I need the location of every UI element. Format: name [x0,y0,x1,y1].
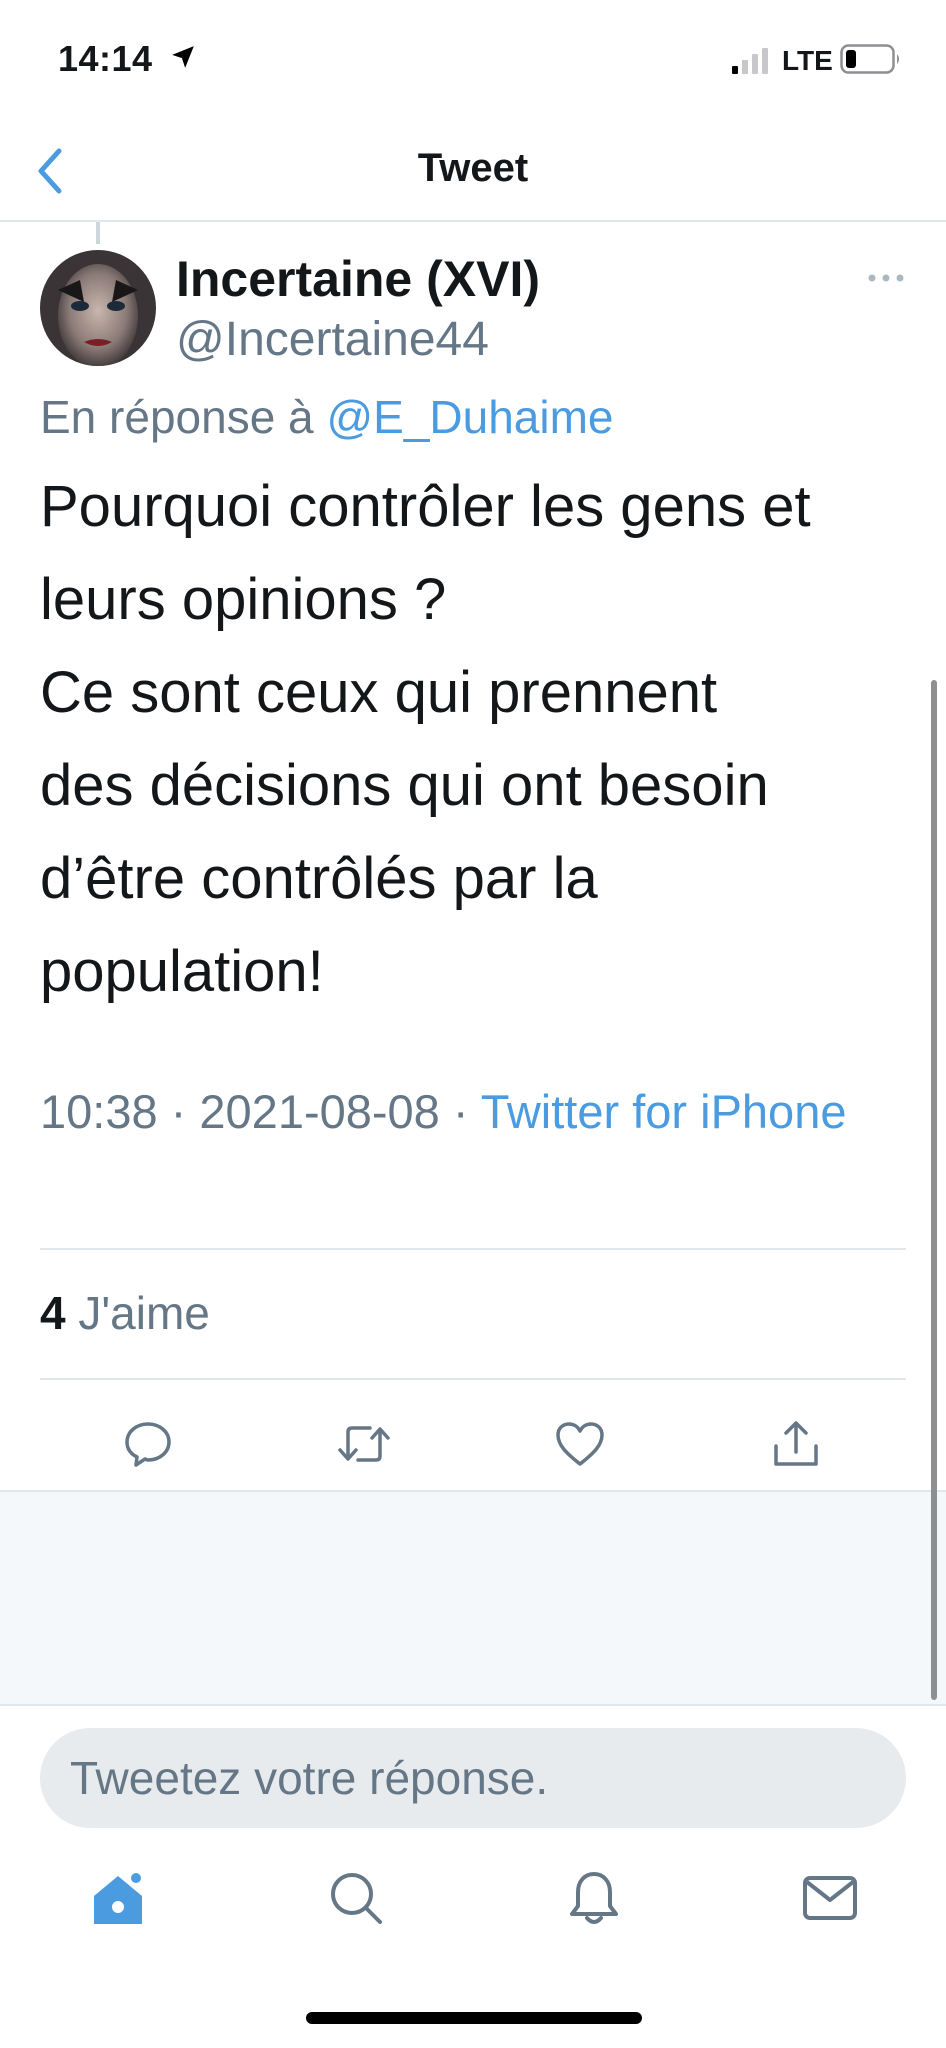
mail-icon [803,1876,857,1920]
tab-search[interactable] [324,1866,388,1930]
tweet-text-line: leurs opinions ? [40,567,447,632]
page-title: Tweet [417,146,529,190]
tweet-time: 10:38 [40,1085,158,1138]
tab-notifications[interactable] [562,1866,626,1930]
tweet-source-link[interactable]: Twitter for iPhone [481,1085,847,1138]
tweet-text-line: d’être contrôlés par la [40,846,598,911]
share-button[interactable] [768,1416,824,1472]
tweet-text-line: Pourquoi contrôler les gens et [40,474,811,539]
reply-mention-link[interactable]: @E_Duhaime [326,391,613,443]
network-type: LTE [782,45,833,76]
likes-label: J'aime [78,1287,210,1339]
tweet-text: Pourquoi contrôler les gens et leurs opi… [40,460,920,1018]
tab-messages[interactable] [798,1866,862,1930]
heart-icon [556,1422,604,1466]
home-indicator [306,2012,642,2024]
replies-area [0,1490,946,1706]
tab-home[interactable] [86,1866,150,1930]
reply-button[interactable] [120,1416,176,1472]
bell-icon [570,1872,618,1924]
reply-context: En réponse à @E_Duhaime [40,390,614,444]
like-button[interactable] [552,1416,608,1472]
meta-separator: · [157,1085,200,1138]
tweet-text-line: population! [40,939,324,1004]
retweet-icon [338,1426,390,1462]
status-bar: 14:14 LTE [0,0,946,120]
reply-input[interactable] [40,1728,906,1828]
reply-prefix: En réponse à [40,391,314,443]
display-name[interactable]: Incertaine (XVI) [176,250,540,308]
retweet-button[interactable] [336,1416,392,1472]
location-arrow-icon [172,46,194,68]
scrollbar[interactable] [931,680,937,1700]
tweet-text-line: Ce sont ceux qui prennent [40,660,718,725]
share-icon [774,1421,818,1466]
avatar[interactable] [40,250,156,366]
comment-icon [125,1422,171,1467]
nav-bar: Tweet [0,120,946,222]
tweet-meta: 10:38 · 2021-08-08 · Twitter for iPhone [40,1080,900,1144]
divider [40,1248,906,1250]
likes-stat[interactable]: 4 J'aime [40,1286,210,1340]
likes-count: 4 [40,1287,66,1339]
home-icon [94,1871,143,1924]
status-time: 14:14 [58,38,153,79]
meta-separator: · [439,1085,481,1138]
user-handle[interactable]: @Incertaine44 [176,312,489,367]
signal-icon [732,48,768,74]
search-icon [331,1873,382,1924]
tweet-date: 2021-08-08 [199,1085,440,1138]
thread-connector [96,222,100,244]
ellipsis-icon[interactable] [864,266,908,290]
divider [40,1378,906,1380]
avatar-image [40,250,156,366]
tweet-text-line: des décisions qui ont besoin [40,753,769,818]
battery-icon [840,44,899,74]
